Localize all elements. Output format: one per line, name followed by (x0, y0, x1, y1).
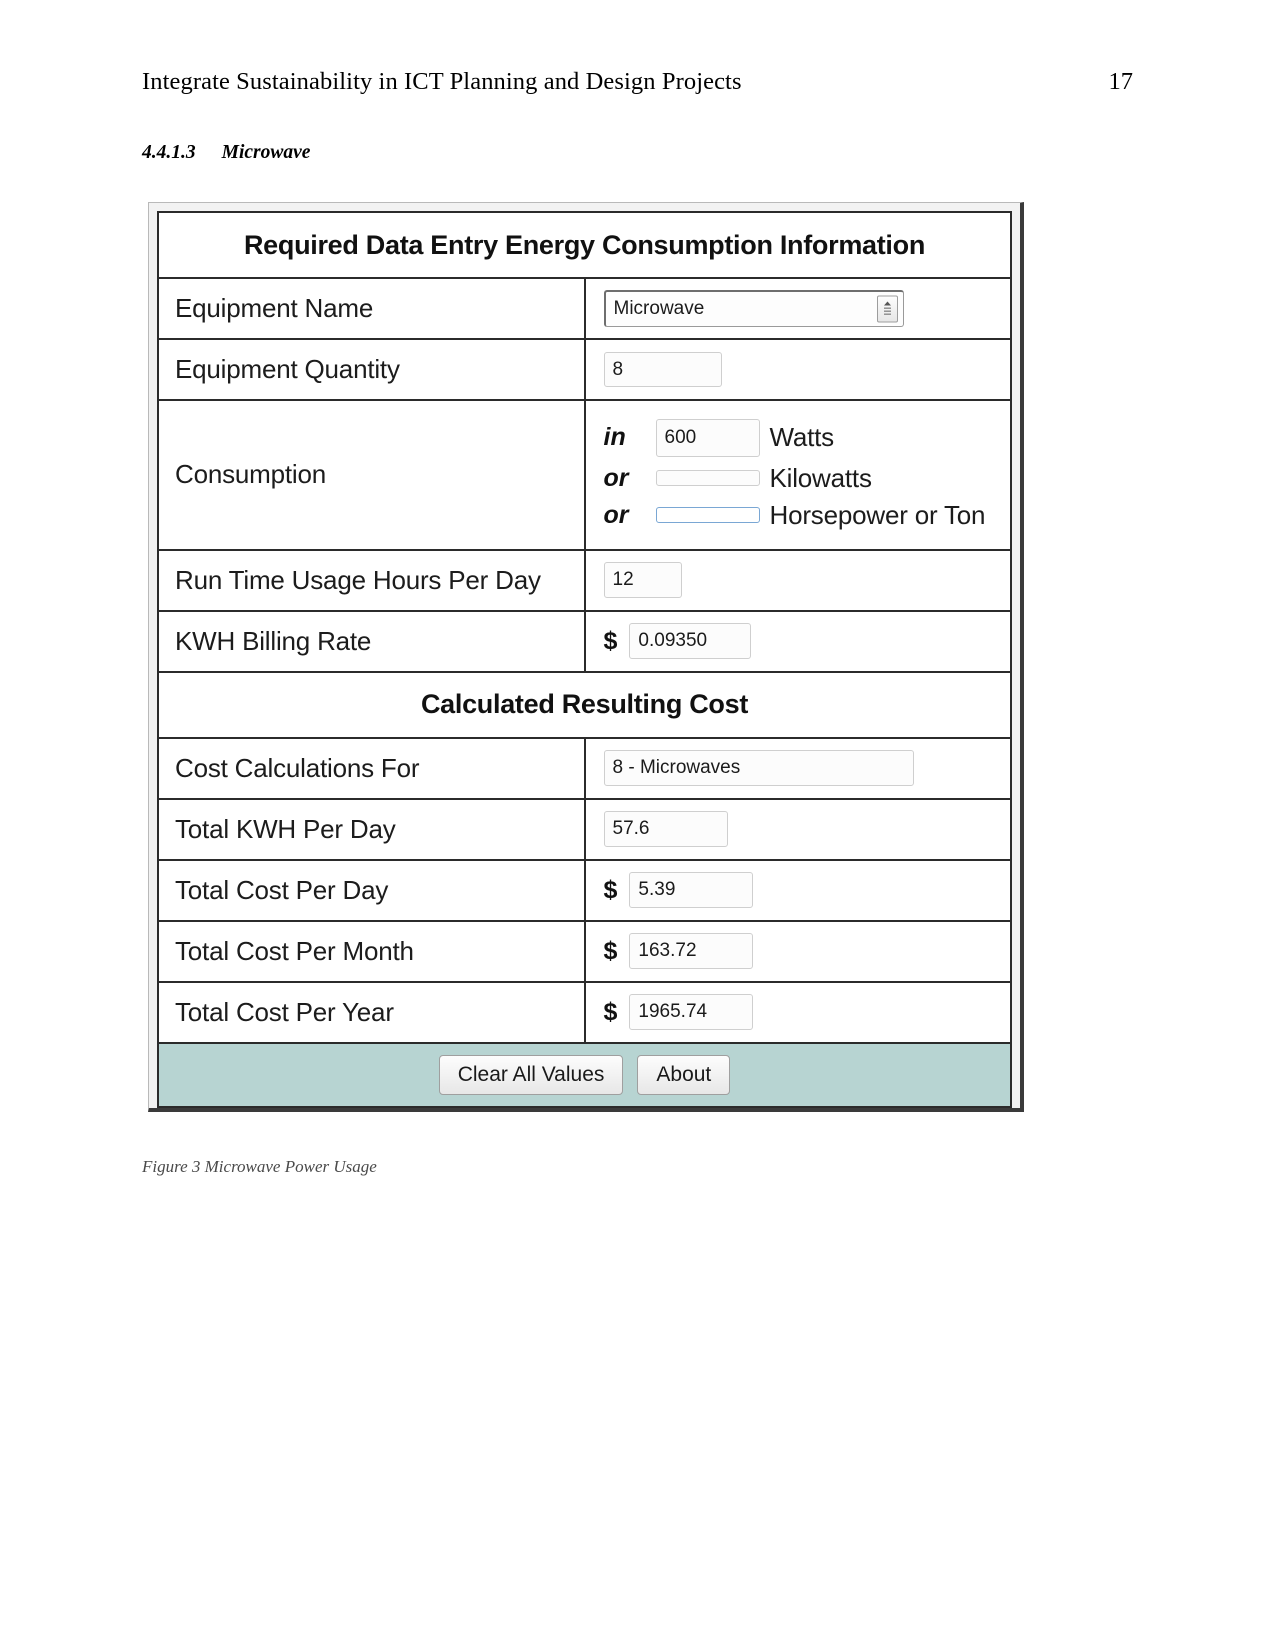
consumption-label: Consumption (157, 399, 586, 551)
total-cost-per-month-output: 163.72 (629, 933, 754, 970)
table-row-entry-band: Required Data Entry Energy Consumption I… (157, 211, 1012, 279)
run-time-input[interactable]: 12 (603, 562, 682, 599)
figure-caption: Figure 3 Microwave Power Usage (142, 1157, 377, 1176)
page-number: 17 (1108, 68, 1134, 95)
figure-microwave-power-usage: Required Data Entry Energy Consumption I… (148, 202, 1024, 1112)
consumption-row-watts: in 600 Watts (604, 419, 1011, 457)
dollar-sign-cost-per-month: $ (603, 936, 618, 965)
table-row-total-cost-per-month: Total Cost Per Month $ 163.72 (157, 919, 1012, 983)
total-kwh-per-day-value-cell: 57.6 (583, 797, 1012, 861)
table-row-run-time: Run Time Usage Hours Per Day 12 (157, 548, 1012, 612)
equipment-quantity-value-cell: 8 (583, 338, 1012, 401)
equipment-quantity-input[interactable]: 8 (603, 351, 722, 388)
dollar-sign-cost-per-day: $ (603, 875, 618, 904)
billing-rate-value-cell: $ 0.09350 (583, 609, 1012, 673)
total-cost-per-month-label: Total Cost Per Month (157, 919, 586, 983)
equipment-name-value-cell: Microwave (583, 277, 1012, 340)
table-row-total-cost-per-year: Total Cost Per Year $ 1965.74 (157, 980, 1012, 1044)
section-heading: 4.4.1.3 Microwave (142, 142, 310, 164)
table-row-equipment-quantity: Equipment Quantity 8 (157, 338, 1012, 401)
consumption-inputs-group: in 600 Watts or Kilowatts or Horsepower … (604, 411, 1011, 539)
table-row-consumption: Consumption in 600 Watts or Kilowatts or… (157, 399, 1012, 551)
billing-rate-input[interactable]: 0.09350 (629, 623, 752, 660)
section-number: 4.4.1.3 (142, 142, 196, 163)
total-cost-per-year-label: Total Cost Per Year (157, 980, 586, 1044)
table-row-footer-band: Clear All Values About (157, 1041, 1012, 1108)
table-row-billing-rate: KWH Billing Rate $ 0.09350 (157, 609, 1012, 673)
spinner-up-down-icon[interactable] (876, 295, 898, 323)
total-kwh-per-day-label: Total KWH Per Day (157, 797, 586, 861)
table-row-equipment-name: Equipment Name Microwave (157, 277, 1012, 340)
running-head-text: Integrate Sustainability in ICT Planning… (142, 68, 742, 95)
consumption-conjunction-kilowatts: or (603, 463, 629, 492)
entry-section-header: Required Data Entry Energy Consumption I… (157, 211, 1012, 279)
consumption-horsepower-input[interactable] (655, 507, 760, 524)
clear-all-values-button[interactable]: Clear All Values (438, 1054, 624, 1095)
section-title: Microwave (221, 142, 311, 163)
total-cost-per-year-value-cell: $ 1965.74 (583, 980, 1012, 1044)
cost-calculations-for-output: 8 - Microwaves (603, 750, 914, 787)
consumption-unit-watts: Watts (769, 422, 835, 453)
consumption-value-cell: in 600 Watts or Kilowatts or Horsepower … (583, 399, 1012, 551)
equipment-name-input[interactable]: Microwave (603, 290, 904, 327)
energy-calculator-table: Required Data Entry Energy Consumption I… (157, 211, 1012, 1108)
equipment-name-input-text: Microwave (613, 298, 705, 320)
cost-calculations-for-value-cell: 8 - Microwaves (583, 736, 1012, 800)
results-section-header: Calculated Resulting Cost (157, 670, 1012, 739)
consumption-kilowatts-input[interactable] (655, 470, 760, 487)
footer-button-row: Clear All Values About (159, 1054, 1010, 1095)
table-row-total-cost-per-day: Total Cost Per Day $ 5.39 (157, 858, 1012, 922)
footer-actions-bar: Clear All Values About (157, 1041, 1012, 1108)
about-button[interactable]: About (637, 1054, 731, 1095)
table-row-results-band: Calculated Resulting Cost (157, 670, 1012, 739)
total-cost-per-day-value-cell: $ 5.39 (583, 858, 1012, 922)
equipment-quantity-label: Equipment Quantity (157, 338, 586, 401)
consumption-watts-input[interactable]: 600 (655, 419, 760, 457)
total-cost-per-year-output: 1965.74 (629, 994, 754, 1031)
cost-calculations-for-label: Cost Calculations For (157, 736, 586, 800)
page-running-header: Integrate Sustainability in ICT Planning… (142, 68, 1133, 96)
run-time-label: Run Time Usage Hours Per Day (157, 548, 586, 612)
total-kwh-per-day-output: 57.6 (603, 811, 728, 848)
consumption-unit-horsepower: Horsepower or Ton (769, 499, 986, 530)
dollar-sign-billing-rate: $ (603, 626, 618, 655)
consumption-row-kilowatts: or Kilowatts (604, 463, 1011, 494)
consumption-unit-kilowatts: Kilowatts (769, 462, 872, 493)
run-time-value-cell: 12 (583, 548, 1012, 612)
equipment-name-label: Equipment Name (157, 277, 586, 340)
table-row-cost-calculations-for: Cost Calculations For 8 - Microwaves (157, 736, 1012, 800)
consumption-conjunction-watts: in (603, 423, 626, 452)
billing-rate-label: KWH Billing Rate (157, 609, 586, 673)
table-row-total-kwh-per-day: Total KWH Per Day 57.6 (157, 797, 1012, 861)
total-cost-per-day-label: Total Cost Per Day (157, 858, 586, 922)
total-cost-per-month-value-cell: $ 163.72 (583, 919, 1012, 983)
consumption-row-horsepower: or Horsepower or Ton (604, 500, 1011, 531)
dollar-sign-cost-per-year: $ (603, 997, 618, 1026)
energy-calculator-window: Required Data Entry Energy Consumption I… (148, 202, 1024, 1112)
consumption-conjunction-horsepower: or (603, 500, 629, 529)
total-cost-per-day-output: 5.39 (629, 872, 754, 909)
